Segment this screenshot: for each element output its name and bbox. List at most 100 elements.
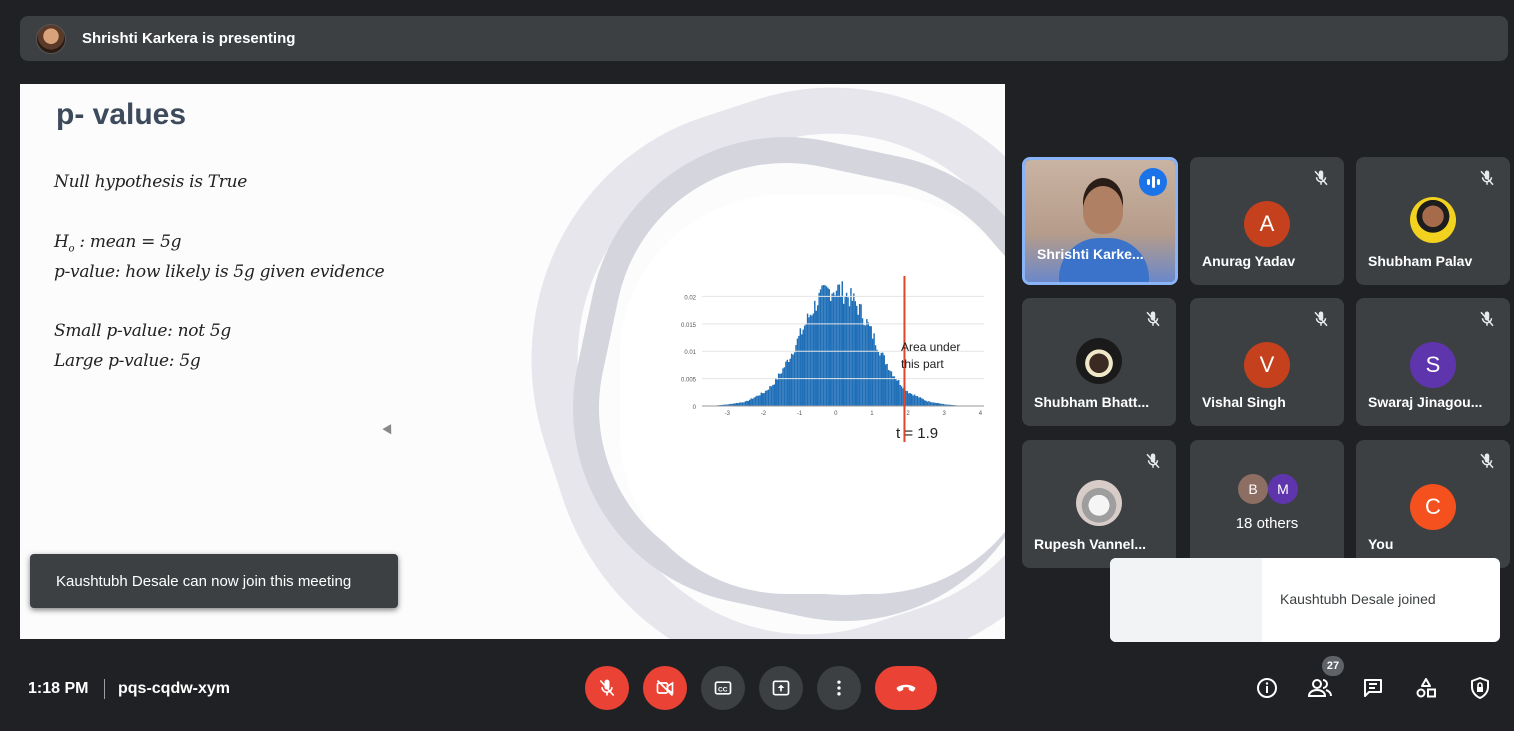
host-controls-button[interactable] xyxy=(1466,674,1494,702)
histogram-bar xyxy=(815,310,817,406)
histogram-bar xyxy=(841,281,843,406)
y-tick-label: 0.015 xyxy=(681,323,697,329)
histogram-bar xyxy=(869,326,871,406)
participant-tile[interactable]: Rupesh Vannel... xyxy=(1022,440,1176,568)
histogram-bar xyxy=(798,335,800,406)
histogram-bar xyxy=(834,295,836,406)
mic-off-icon xyxy=(1314,170,1328,186)
histogram-bar xyxy=(857,314,859,406)
participant-avatar: S xyxy=(1410,342,1456,388)
histogram-bar xyxy=(863,324,865,406)
histogram-bar xyxy=(856,305,858,406)
camera-toggle-button[interactable] xyxy=(643,666,687,710)
participant-avatar: B xyxy=(1238,474,1268,504)
histogram-bar xyxy=(829,301,832,406)
histogram-bar xyxy=(770,386,773,406)
h-subscript: o xyxy=(68,243,75,255)
others-tile[interactable]: B M 18 others xyxy=(1190,440,1344,568)
histogram-bar xyxy=(899,385,901,406)
histogram-bar xyxy=(889,370,891,406)
leave-call-button[interactable] xyxy=(875,666,937,710)
histogram-bar xyxy=(751,398,754,406)
more-options-button[interactable] xyxy=(817,666,861,710)
histogram-bar xyxy=(853,293,855,406)
histogram-bar xyxy=(906,391,909,406)
mic-off-icon xyxy=(1480,453,1494,469)
joined-message: Kaushtubh Desale joined xyxy=(1280,591,1436,607)
participant-avatar: M xyxy=(1268,474,1298,504)
histogram-bar xyxy=(860,304,862,406)
histogram-bar xyxy=(892,376,894,406)
participant-tile[interactable]: V Vishal Singh xyxy=(1190,298,1344,426)
participant-tile[interactable]: S Swaraj Jinagou... xyxy=(1356,298,1510,426)
histogram-bar xyxy=(772,385,774,406)
participant-name: You xyxy=(1368,536,1394,552)
histogram-bar xyxy=(757,395,760,406)
t-value-label: t = 1.9 xyxy=(896,425,938,442)
histogram-bar xyxy=(827,287,829,406)
participant-count-badge: 27 xyxy=(1322,656,1344,676)
histogram-bar xyxy=(803,325,806,406)
slide-text-line: Null hypothesis is True xyxy=(54,172,248,192)
participant-tile[interactable]: Shubham Bhatt... xyxy=(1022,298,1176,426)
slide-text-line: Small p-value: not 5g xyxy=(54,321,231,341)
histogram-bar xyxy=(886,363,888,406)
histogram-bar xyxy=(785,361,787,406)
y-tick-label: 0.005 xyxy=(681,378,697,384)
histogram-bar xyxy=(916,396,919,406)
histogram-bar xyxy=(764,390,767,406)
x-tick-label: -3 xyxy=(725,411,731,417)
histogram-bar xyxy=(795,345,797,406)
x-tick-label: 4 xyxy=(979,411,983,417)
participant-name: Vishal Singh xyxy=(1202,394,1286,410)
histogram-bar xyxy=(776,379,778,406)
mic-off-icon xyxy=(1480,170,1494,186)
participant-avatar xyxy=(1076,338,1122,384)
histogram-bar xyxy=(880,352,883,406)
histogram-bar xyxy=(912,395,914,406)
slide-title: p- values xyxy=(56,98,187,131)
participant-avatar: A xyxy=(1244,201,1290,247)
more-options-icon xyxy=(837,680,841,696)
toast-message: Kaushtubh Desale can now join this meeti… xyxy=(56,572,352,590)
participant-name: Shubham Palav xyxy=(1368,253,1473,269)
captions-button[interactable]: CC xyxy=(701,666,745,710)
self-tile[interactable]: C You xyxy=(1356,440,1510,568)
histogram-bar xyxy=(870,326,872,406)
histogram-bar xyxy=(897,380,900,406)
histogram-bar xyxy=(786,359,789,406)
histogram-bar xyxy=(932,402,935,406)
histogram-bar xyxy=(896,380,898,406)
y-tick-label: 0.01 xyxy=(684,350,696,356)
area-annotation-2: this part xyxy=(901,357,944,371)
present-now-button[interactable] xyxy=(759,666,803,710)
activities-button[interactable] xyxy=(1412,674,1440,702)
mic-toggle-button[interactable] xyxy=(585,666,629,710)
h-letter: H xyxy=(54,232,69,252)
histogram-bar xyxy=(782,368,784,406)
y-tick-label: 0 xyxy=(693,405,697,411)
participants-button[interactable] xyxy=(1306,674,1334,702)
meeting-details-button[interactable] xyxy=(1253,674,1281,702)
participant-tile[interactable]: A Anurag Yadav xyxy=(1190,157,1344,285)
presenting-bar: Shrishti Karkera is presenting xyxy=(20,16,1508,61)
histogram-bar xyxy=(746,400,748,406)
histogram-bar xyxy=(890,371,893,406)
histogram-bar xyxy=(845,292,848,406)
mic-off-icon xyxy=(1146,311,1160,327)
participant-tile[interactable]: Shubham Palav xyxy=(1356,157,1510,285)
histogram-bar xyxy=(790,353,793,406)
meet-window: Shrishti Karkera is presenting p- values… xyxy=(0,0,1514,731)
participant-name: Shubham Bhatt... xyxy=(1034,394,1150,410)
histogram-bar xyxy=(760,392,763,406)
histogram-bar xyxy=(747,400,749,406)
histogram-bar xyxy=(816,305,819,406)
join-permission-toast: Kaushtubh Desale can now join this meeti… xyxy=(30,554,398,608)
histogram-bar xyxy=(864,325,867,406)
present-icon xyxy=(772,680,790,696)
histogram-bar xyxy=(926,401,929,406)
histogram-bar xyxy=(744,401,747,406)
participant-tile[interactable]: Shrishti Karke... xyxy=(1022,157,1178,285)
chat-button[interactable] xyxy=(1359,674,1387,702)
histogram-bar xyxy=(812,313,815,406)
